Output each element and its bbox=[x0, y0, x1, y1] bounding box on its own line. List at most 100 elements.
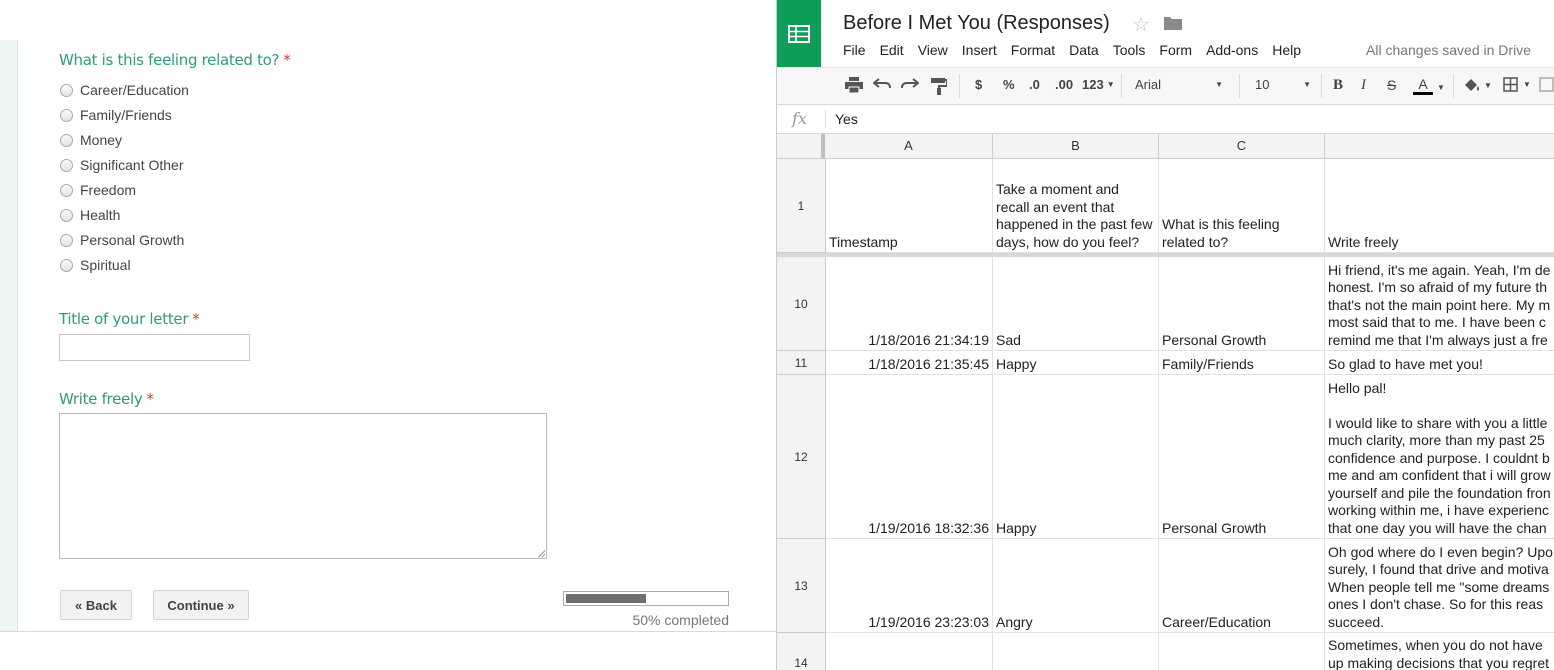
more-formats-button[interactable]: 123 ▼ bbox=[1082, 77, 1115, 92]
table-cell[interactable]: Hello pal! I would like to share with yo… bbox=[1325, 375, 1554, 539]
menu-data[interactable]: Data bbox=[1069, 42, 1099, 58]
paint-format-icon[interactable] bbox=[931, 77, 947, 95]
table-cell[interactable]: Take a moment and recall an event that h… bbox=[993, 159, 1159, 253]
table-cell[interactable]: 1/19/2016 18:32:36 bbox=[826, 375, 993, 539]
radio-significant-other[interactable]: Significant Other bbox=[60, 155, 184, 175]
radio-button[interactable] bbox=[60, 183, 73, 197]
radio-money[interactable]: Money bbox=[60, 130, 122, 150]
folder-icon[interactable] bbox=[1164, 15, 1182, 35]
continue-button[interactable]: Continue » bbox=[153, 590, 249, 620]
radio-personal-growth[interactable]: Personal Growth bbox=[60, 230, 184, 250]
table-cell[interactable] bbox=[993, 633, 1159, 670]
table-cell[interactable]: Angry bbox=[993, 539, 1159, 633]
table-cell[interactable] bbox=[1159, 633, 1325, 670]
column-header-c[interactable]: C bbox=[1159, 134, 1325, 159]
table-cell[interactable]: 1/18/2016 21:35:45 bbox=[826, 351, 993, 375]
dropdown-arrow-icon: ▼ bbox=[1215, 80, 1223, 89]
table-cell[interactable] bbox=[826, 633, 993, 670]
radio-button[interactable] bbox=[60, 258, 73, 272]
radio-button[interactable] bbox=[60, 208, 73, 222]
table-cell[interactable]: Personal Growth bbox=[1159, 257, 1325, 351]
sheets-pane: Before I Met You (Responses) ☆ File Edit… bbox=[776, 0, 1554, 670]
menu-help[interactable]: Help bbox=[1272, 42, 1301, 58]
radio-health[interactable]: Health bbox=[60, 205, 120, 225]
row-header[interactable]: 10 bbox=[777, 257, 826, 351]
table-cell[interactable]: 1/19/2016 23:23:03 bbox=[826, 539, 993, 633]
menu-format[interactable]: Format bbox=[1011, 42, 1055, 58]
menu-tools[interactable]: Tools bbox=[1113, 42, 1146, 58]
bold-button[interactable]: B bbox=[1333, 77, 1343, 94]
font-family-select[interactable]: Arial ▼ bbox=[1135, 77, 1223, 92]
radio-spiritual[interactable]: Spiritual bbox=[60, 255, 131, 275]
menu-form[interactable]: Form bbox=[1159, 42, 1192, 58]
radio-button[interactable] bbox=[60, 133, 73, 147]
dropdown-arrow-icon: ▼ bbox=[1106, 80, 1115, 89]
menu-view[interactable]: View bbox=[918, 42, 948, 58]
menu-edit[interactable]: Edit bbox=[880, 42, 904, 58]
sheets-logo-icon[interactable] bbox=[777, 0, 821, 67]
table-cell[interactable]: Oh god where do I even begin? Upo surely… bbox=[1325, 539, 1554, 633]
italic-button[interactable]: I bbox=[1361, 77, 1366, 94]
radio-freedom[interactable]: Freedom bbox=[60, 180, 136, 200]
merge-cells-icon[interactable] bbox=[1539, 77, 1554, 92]
radio-button[interactable] bbox=[60, 108, 73, 122]
radio-button[interactable] bbox=[60, 233, 73, 247]
dropdown-arrow-icon[interactable]: ▼ bbox=[1437, 83, 1445, 92]
toolbar-divider bbox=[1453, 74, 1454, 98]
menu-file[interactable]: File bbox=[843, 42, 866, 58]
redo-icon[interactable] bbox=[901, 77, 919, 91]
table-cell[interactable]: Personal Growth bbox=[1159, 375, 1325, 539]
table-cell[interactable]: Timestamp bbox=[826, 159, 993, 253]
toolbar-divider bbox=[1121, 74, 1122, 98]
menu-insert[interactable]: Insert bbox=[962, 42, 997, 58]
column-header-a[interactable]: A bbox=[825, 134, 993, 159]
row-header[interactable]: 13 bbox=[777, 539, 826, 633]
save-status: All changes saved in Drive bbox=[1366, 42, 1531, 58]
row-header[interactable]: 12 bbox=[777, 375, 826, 539]
table-cell[interactable]: Family/Friends bbox=[1159, 351, 1325, 375]
table-cell[interactable]: So glad to have met you! bbox=[1325, 351, 1554, 375]
undo-icon[interactable] bbox=[873, 77, 891, 91]
select-all-corner[interactable] bbox=[777, 134, 825, 159]
row-header[interactable]: 14 bbox=[777, 633, 826, 670]
row-header[interactable]: 1 bbox=[777, 159, 826, 253]
table-cell[interactable]: Sometimes, when you do not have up makin… bbox=[1325, 633, 1554, 670]
table-cell[interactable]: Happy bbox=[993, 375, 1159, 539]
radio-career-education[interactable]: Career/Education bbox=[60, 80, 189, 100]
write-freely-textarea[interactable] bbox=[59, 413, 547, 559]
radio-family-friends[interactable]: Family/Friends bbox=[60, 105, 172, 125]
table-cell[interactable]: What is this feeling related to? bbox=[1159, 159, 1325, 253]
radio-button[interactable] bbox=[60, 158, 73, 172]
table-cell[interactable]: Hi friend, it's me again. Yeah, I'm de h… bbox=[1325, 257, 1554, 351]
document-title[interactable]: Before I Met You (Responses) bbox=[843, 12, 1110, 35]
decrease-decimal-button[interactable]: .0 bbox=[1029, 77, 1040, 92]
percent-format-button[interactable]: % bbox=[1003, 77, 1015, 92]
letter-title-input[interactable] bbox=[59, 334, 250, 361]
column-header-d[interactable] bbox=[1325, 134, 1554, 159]
column-header-b[interactable]: B bbox=[993, 134, 1159, 159]
table-cell[interactable]: 1/18/2016 21:34:19 bbox=[826, 257, 993, 351]
fill-color-icon[interactable]: ▼ bbox=[1463, 77, 1492, 93]
font-size-select[interactable]: 10 ▼ bbox=[1255, 77, 1311, 92]
toolbar: $ % .0 .00 123 ▼ Arial ▼ 10 ▼ B I S A ▼ ▼ ▼ bbox=[777, 67, 1554, 105]
star-icon[interactable]: ☆ bbox=[1132, 12, 1150, 37]
increase-decimal-button[interactable]: .00 bbox=[1055, 77, 1073, 92]
currency-format-button[interactable]: $ bbox=[975, 77, 982, 92]
resize-handle-icon[interactable] bbox=[538, 550, 545, 557]
back-button[interactable]: « Back bbox=[60, 590, 132, 620]
divider bbox=[0, 631, 776, 632]
progress-label: 50% completed bbox=[632, 612, 729, 628]
print-icon[interactable] bbox=[845, 77, 863, 93]
strikethrough-button[interactable]: S bbox=[1387, 77, 1396, 93]
table-cell[interactable]: Sad bbox=[993, 257, 1159, 351]
menu-addons[interactable]: Add-ons bbox=[1206, 42, 1258, 58]
table-cell[interactable]: Happy bbox=[993, 351, 1159, 375]
table-cell[interactable]: Write freely bbox=[1325, 159, 1554, 253]
progress-fill bbox=[566, 594, 646, 603]
formula-input[interactable]: Yes bbox=[835, 111, 858, 127]
row-header[interactable]: 11 bbox=[777, 351, 826, 375]
table-cell[interactable]: Career/Education bbox=[1159, 539, 1325, 633]
text-color-button[interactable]: A bbox=[1413, 77, 1433, 95]
radio-button[interactable] bbox=[60, 83, 73, 97]
borders-icon[interactable]: ▼ bbox=[1503, 77, 1531, 92]
